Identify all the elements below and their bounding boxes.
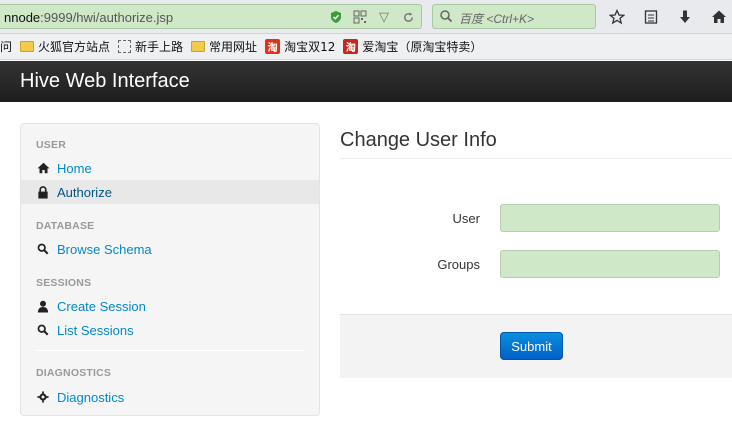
reload-icon[interactable] bbox=[399, 8, 417, 26]
bookmark-label: 爱淘宝（原淘宝特卖） bbox=[362, 40, 483, 54]
bookmark-firefox-official[interactable]: 火狐官方站点 bbox=[20, 38, 110, 55]
shield-icon[interactable] bbox=[327, 8, 345, 26]
bookmark-getting-started[interactable]: 新手上路 bbox=[118, 38, 183, 55]
sidebar-item-label: List Sessions bbox=[57, 322, 134, 338]
submit-button[interactable]: Submit bbox=[500, 332, 563, 360]
bookmark-partial[interactable]: 问 bbox=[0, 38, 12, 55]
nav-header-diagnostics: Diagnostics bbox=[36, 367, 112, 379]
bookmark-common-sites[interactable]: 常用网址 bbox=[191, 38, 257, 55]
dropdown-icon[interactable]: ▽ bbox=[375, 8, 393, 26]
toolbar-buttons bbox=[604, 4, 732, 29]
taobao-icon: 淘 bbox=[265, 39, 281, 54]
sidebar-item-label: Home bbox=[57, 160, 92, 176]
bookmark-ai-taobao[interactable]: 淘爱淘宝（原淘宝特卖） bbox=[343, 38, 482, 55]
sidebar-item-diagnostics[interactable]: Diagnostics bbox=[21, 385, 319, 409]
search-bar[interactable]: 百度 <Ctrl+K> bbox=[432, 4, 596, 29]
title-divider bbox=[340, 158, 732, 159]
bookmark-label: 常用网址 bbox=[209, 40, 258, 54]
url-icons: ▽ bbox=[327, 8, 417, 26]
sidebar-item-authorize[interactable]: Authorize bbox=[21, 180, 319, 204]
sidebar-divider bbox=[36, 350, 304, 351]
url-host: nnode bbox=[4, 10, 41, 25]
bookmark-taobao-1212[interactable]: 淘淘宝双12 bbox=[265, 38, 335, 55]
sidebar-item-label: Diagnostics bbox=[57, 389, 125, 405]
sidebar-item-list-sessions[interactable]: List Sessions bbox=[21, 318, 319, 342]
url-text[interactable]: nnode:9999/hwi/authorize.jsp bbox=[4, 10, 173, 25]
groups-input[interactable] bbox=[500, 250, 720, 278]
sidebar-item-label: Browse Schema bbox=[57, 241, 152, 257]
search-placeholder: 百度 <Ctrl+K> bbox=[459, 12, 535, 26]
search-icon bbox=[439, 9, 455, 25]
bookmarks-list-icon[interactable] bbox=[638, 4, 664, 29]
folder-icon bbox=[20, 41, 35, 52]
groups-label: Groups bbox=[437, 257, 480, 272]
sidebar-item-home[interactable]: Home bbox=[21, 156, 319, 180]
bookmark-label: 新手上路 bbox=[135, 40, 184, 54]
qr-icon[interactable] bbox=[351, 8, 369, 26]
user-label: User bbox=[452, 211, 480, 226]
nav-header-sessions: Sessions bbox=[36, 277, 92, 289]
home-icon bbox=[36, 161, 50, 175]
download-icon[interactable] bbox=[672, 4, 698, 29]
star-icon[interactable] bbox=[604, 4, 630, 29]
lock-icon bbox=[36, 185, 50, 199]
bookmark-label: 淘宝双12 bbox=[284, 40, 336, 54]
nav-header-user: User bbox=[36, 139, 66, 151]
gear-icon bbox=[36, 390, 50, 404]
taobao-icon: 淘 bbox=[343, 39, 359, 54]
url-path: :9999/hwi/authorize.jsp bbox=[40, 10, 174, 25]
browser-toolbar: nnode:9999/hwi/authorize.jsp ▽ 百度 <Ctrl+… bbox=[0, 0, 732, 34]
sidebar-item-create-session[interactable]: Create Session bbox=[21, 294, 319, 318]
folder-icon bbox=[191, 41, 206, 52]
home-icon[interactable] bbox=[706, 4, 732, 29]
app-navbar: Hive Web Interface bbox=[0, 61, 732, 102]
sidebar-item-label: Authorize bbox=[57, 184, 112, 200]
bookmark-label: 火狐官方站点 bbox=[38, 40, 111, 54]
bookmarks-bar: 问 火狐官方站点 新手上路 常用网址 淘淘宝双12 淘爱淘宝（原淘宝特卖） bbox=[0, 34, 732, 60]
search-icon bbox=[36, 242, 50, 256]
user-icon bbox=[36, 299, 50, 313]
page-icon bbox=[118, 40, 132, 53]
brand-link[interactable]: Hive Web Interface bbox=[20, 70, 190, 93]
page-title: Change User Info bbox=[340, 129, 497, 151]
bookmark-partial-label: 问 bbox=[0, 40, 13, 54]
url-bar[interactable]: nnode:9999/hwi/authorize.jsp ▽ bbox=[0, 4, 422, 29]
search-icon bbox=[36, 323, 50, 337]
sidebar-nav: User Home Authorize Database Browse Sche… bbox=[20, 123, 320, 416]
nav-header-database: Database bbox=[36, 220, 95, 232]
sidebar-item-browse-schema[interactable]: Browse Schema bbox=[21, 237, 319, 261]
user-input[interactable] bbox=[500, 204, 720, 232]
sidebar-item-label: Create Session bbox=[57, 298, 146, 314]
